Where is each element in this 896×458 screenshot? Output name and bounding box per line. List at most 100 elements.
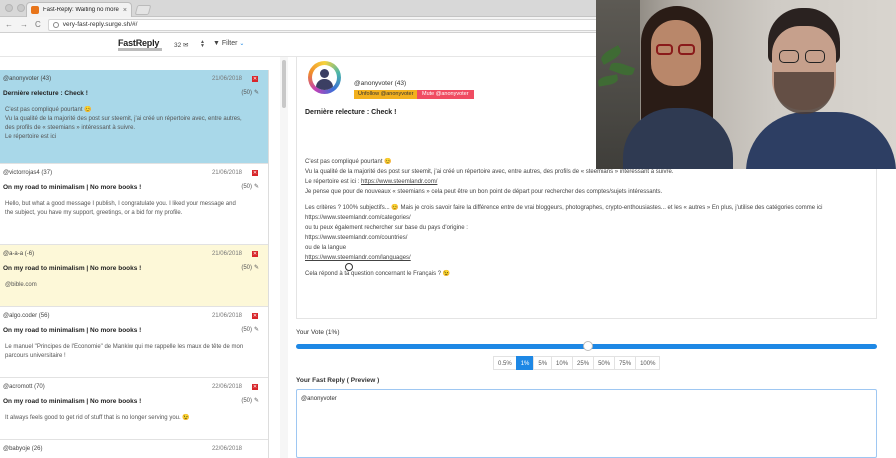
app-logo[interactable]: FastReply — [118, 38, 159, 48]
reload-icon[interactable]: C — [35, 20, 41, 29]
list-item[interactable]: @algo.coder (56) 21/06/2018 ✕ On my road… — [0, 307, 268, 378]
dismiss-icon[interactable]: ✕ — [252, 384, 258, 390]
item-body: C'est pas compliqué pourtant 😊 Vu la qual… — [5, 107, 242, 140]
item-count: (50) — [241, 184, 252, 190]
item-date: 21/06/2018 — [211, 170, 242, 176]
item-date: 21/06/2018 — [211, 251, 242, 257]
detail-body: C'est pas compliqué pourtant 😊 Vu la qua… — [305, 157, 860, 279]
item-author[interactable]: @algo.coder (56) — [3, 313, 49, 319]
person-left-glasses — [656, 44, 673, 55]
reply-textarea[interactable] — [296, 389, 877, 458]
item-title: Dernière relecture : Check ! — [3, 90, 88, 97]
body-paragraph: Le répertoire est ici : https://www.stee… — [305, 177, 860, 187]
filter-button[interactable]: ▼ Filter ⌄ — [213, 40, 244, 47]
info-icon — [52, 21, 59, 28]
chevron-down-icon: ⌄ — [239, 41, 245, 47]
dismiss-icon[interactable]: ✕ — [252, 313, 258, 319]
new-tab-button[interactable] — [134, 5, 152, 15]
item-body: It always feels good to get rid of stuff… — [5, 415, 190, 421]
tab-title: Fast-Reply: Waiting no more — [43, 7, 119, 13]
browser-tab[interactable]: Fast-Reply: Waiting no more × — [26, 2, 132, 17]
edit-icon[interactable]: ✎ — [254, 264, 259, 271]
body-paragraph: Je pense que pour de nouveaux « steemian… — [305, 189, 663, 195]
forward-icon[interactable]: → — [20, 20, 28, 29]
comment-list: @anonyvoter (43) 21/06/2018 ✕ Dernière r… — [0, 70, 269, 458]
list-item[interactable]: @babyoje (26) 22/06/2018 — [0, 440, 268, 458]
item-author[interactable]: @victorrojas4 (37) — [3, 170, 52, 176]
window-close-dot[interactable] — [5, 4, 13, 12]
vote-preset-button[interactable]: 100% — [635, 356, 661, 370]
item-author[interactable]: @acromott (70) — [3, 384, 45, 390]
body-paragraph[interactable]: https://www.steemlandr.com/countries/ — [305, 233, 860, 243]
detail-author[interactable]: @anonyvoter (43) — [354, 80, 406, 87]
funnel-icon: ▼ — [213, 40, 220, 47]
url-text: very-fast-reply.surge.sh/#/ — [62, 21, 138, 28]
vote-preset-button[interactable]: 25% — [572, 356, 595, 370]
inbox-icon: ✉ — [183, 42, 189, 49]
dismiss-icon[interactable]: ✕ — [252, 170, 258, 176]
favicon-icon — [31, 6, 39, 14]
list-item[interactable]: @anonyvoter (43) 21/06/2018 ✕ Dernière r… — [0, 70, 268, 164]
avatar-head — [320, 69, 329, 78]
body-paragraph: ou tu peux également rechercher sur base… — [305, 225, 468, 231]
address-bar-row: ← → C very-fast-reply.surge.sh/#/ — [0, 17, 600, 33]
body-paragraph[interactable]: https://www.steemlandr.com/categories/ — [305, 213, 860, 223]
item-count: (50) — [241, 327, 252, 333]
person-right-body — [746, 112, 896, 169]
user-silhouette-icon — [312, 65, 337, 90]
person-left-glasses — [678, 44, 695, 55]
vote-preset-button[interactable]: 0.5% — [493, 356, 517, 370]
item-body: Hello, but what a good message I publish… — [5, 201, 236, 216]
item-author[interactable]: @anonyvoter (43) — [3, 76, 51, 82]
back-icon[interactable]: ← — [5, 20, 13, 29]
list-scrollbar-thumb[interactable] — [282, 60, 286, 108]
screen: Fast-Reply: Waiting no more × ← → C very… — [0, 0, 896, 458]
vote-preset-button[interactable]: 50% — [593, 356, 616, 370]
steemlandr-link[interactable]: https://www.steemlandr.com/ — [361, 179, 437, 185]
vote-preset-button[interactable]: 5% — [533, 356, 553, 370]
tab-close-icon[interactable]: × — [123, 7, 127, 14]
list-item[interactable]: @victorrojas4 (37) 21/06/2018 ✕ On my ro… — [0, 164, 268, 245]
unfollow-button[interactable]: Unfollow @anonyvoter — [354, 90, 418, 99]
vote-slider-handle[interactable] — [583, 341, 593, 351]
sort-stepper[interactable]: ▲ ▼ — [200, 40, 205, 49]
avatar-body — [316, 79, 333, 90]
vote-preset-button[interactable]: 75% — [614, 356, 637, 370]
reply-label: Your Fast Reply ( Preview ) — [296, 377, 380, 384]
mute-button[interactable]: Mute @anonyvoter — [417, 90, 474, 99]
mouse-cursor — [345, 263, 353, 271]
edit-icon[interactable]: ✎ — [254, 183, 259, 190]
item-date: 22/06/2018 — [211, 384, 242, 390]
person-right-glasses — [805, 50, 825, 63]
list-item[interactable]: @a-a-a (-6) 21/06/2018 ✕ On my road to m… — [0, 245, 268, 307]
edit-icon[interactable]: ✎ — [254, 326, 259, 333]
body-paragraph: ou de la langue — [305, 245, 347, 251]
list-item[interactable]: @acromott (70) 22/06/2018 ✕ On my road t… — [0, 378, 268, 440]
logo-underline — [118, 48, 162, 51]
vote-preset-button[interactable]: 10% — [551, 356, 574, 370]
person-right-glasses — [779, 50, 799, 63]
languages-link[interactable]: https://www.steemlandr.com/languages/ — [305, 253, 860, 263]
body-paragraph: Les critères ? 100% subjectifs... 😊 Mais… — [305, 205, 823, 211]
vote-presets: 0.5% 1% 5% 10% 25% 50% 75% 100% — [493, 356, 661, 370]
url-input[interactable]: very-fast-reply.surge.sh/#/ — [47, 18, 600, 31]
item-count: (50) — [241, 398, 252, 404]
body-paragraph: Cela répond à ta question concernant le … — [305, 271, 451, 277]
item-date: 21/06/2018 — [211, 76, 242, 82]
item-date: 22/06/2018 — [211, 446, 242, 452]
vote-preset-button[interactable]: 1% — [515, 356, 535, 370]
post-count-value: 32 — [174, 42, 182, 49]
dismiss-icon[interactable]: ✕ — [252, 251, 258, 257]
filter-label: Filter — [221, 40, 238, 47]
post-count: 32 ✉ — [174, 41, 189, 49]
avatar[interactable] — [308, 61, 341, 94]
list-scrollbar[interactable] — [280, 57, 288, 458]
detail-title: Dernière relecture : Check ! — [305, 109, 397, 116]
dismiss-icon[interactable]: ✕ — [252, 76, 258, 82]
window-minimize-dot[interactable] — [17, 4, 25, 12]
browser-tabbar: Fast-Reply: Waiting no more × — [0, 0, 600, 17]
edit-icon[interactable]: ✎ — [254, 89, 259, 96]
item-author[interactable]: @babyoje (26) — [3, 446, 42, 452]
edit-icon[interactable]: ✎ — [254, 397, 259, 404]
item-author[interactable]: @a-a-a (-6) — [3, 251, 34, 257]
